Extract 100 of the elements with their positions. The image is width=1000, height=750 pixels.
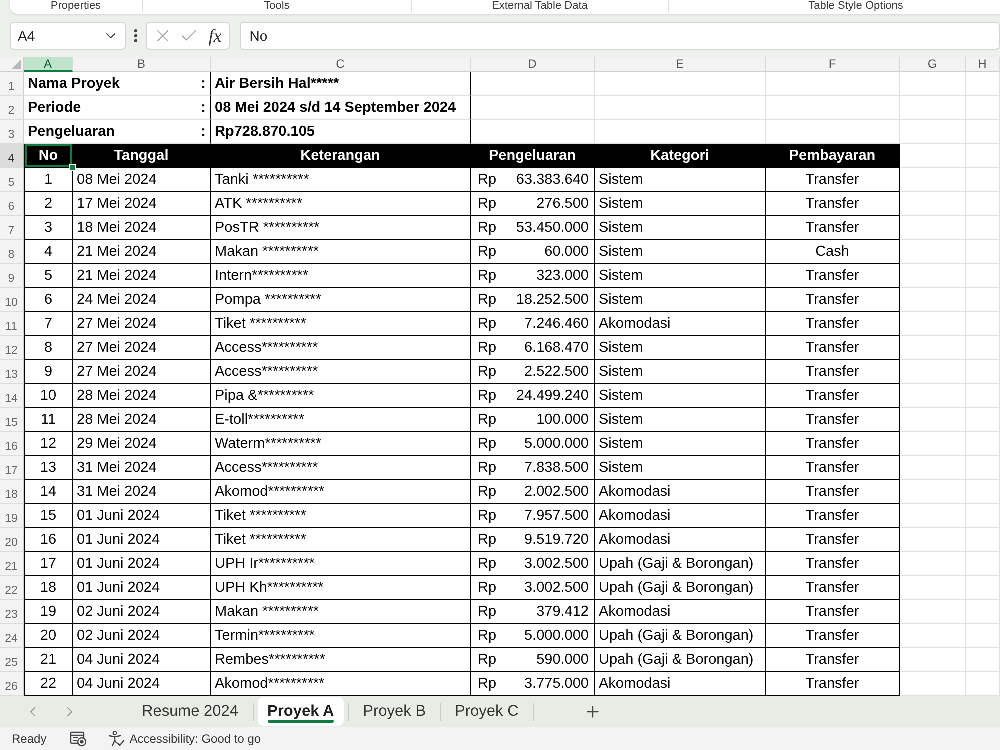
table-cell: 14 — [24, 480, 73, 504]
row-header[interactable]: 23 — [0, 600, 24, 624]
row-header[interactable]: 3 — [0, 120, 24, 144]
insert-function-button[interactable]: fx — [206, 26, 225, 46]
column-header[interactable]: C — [211, 57, 471, 72]
accessibility-icon[interactable] — [108, 730, 125, 746]
table-cell: 18 Mei 2024 — [73, 216, 211, 240]
row-header[interactable]: 12 — [0, 336, 24, 360]
column-header[interactable]: A — [24, 57, 73, 72]
table-cell: 04 Juni 2024 — [73, 672, 211, 696]
row-header[interactable]: 7 — [0, 216, 24, 240]
table-cell: Sistem — [595, 336, 766, 360]
row-header[interactable]: 24 — [0, 624, 24, 648]
row-header[interactable]: 20 — [0, 528, 24, 552]
row-header[interactable]: 14 — [0, 384, 24, 408]
sheet-tab[interactable]: Proyek C — [445, 697, 529, 726]
table-cell: 13 — [24, 456, 73, 480]
triangle-icon — [12, 60, 21, 69]
row-header[interactable]: 9 — [0, 264, 24, 288]
row-header[interactable]: 6 — [0, 192, 24, 216]
table-cell: 27 Mei 2024 — [73, 336, 211, 360]
table-cell: 21 Mei 2024 — [73, 264, 211, 288]
table-cell: Sistem — [595, 384, 766, 408]
row-header[interactable]: 2 — [0, 96, 24, 120]
table-cell: Rp 7.957.500 — [471, 504, 595, 528]
row-header[interactable]: 18 — [0, 480, 24, 504]
table-cell: Upah (Gaji & Borongan) — [595, 552, 766, 576]
table-cell: 21 — [24, 648, 73, 672]
table-cell: Transfer — [766, 456, 900, 480]
more-icon[interactable] — [134, 29, 138, 43]
table-cell: Rp 18.252.500 — [471, 288, 595, 312]
row-header[interactable]: 17 — [0, 456, 24, 480]
column-header[interactable]: H — [966, 57, 1000, 72]
table-cell: 21 Mei 2024 — [73, 240, 211, 264]
table-cell: Transfer — [766, 336, 900, 360]
table-cell: 6 — [24, 288, 73, 312]
sheet-tab[interactable]: Proyek A — [258, 697, 344, 726]
table-cell: ATK ********** — [211, 192, 471, 216]
row-header[interactable]: 1 — [0, 72, 24, 96]
row-header[interactable]: 21 — [0, 552, 24, 576]
table-cell: Transfer — [766, 600, 900, 624]
table-cell: Transfer — [766, 648, 900, 672]
formula-field[interactable]: No — [240, 22, 1000, 50]
row-header[interactable]: 13 — [0, 360, 24, 384]
sheet-tab[interactable]: Resume 2024 — [132, 697, 249, 726]
table-cell: Transfer — [766, 528, 900, 552]
sheet-tab[interactable]: Proyek B — [353, 697, 436, 726]
column-header[interactable]: B — [73, 57, 211, 72]
table-cell: 08 Mei 2024 — [73, 168, 211, 192]
table-cell: Sistem — [595, 360, 766, 384]
table-cell: Transfer — [766, 216, 900, 240]
fill-handle-icon[interactable] — [69, 164, 76, 171]
field-value: Air Bersih Hal***** — [211, 72, 471, 96]
column-header[interactable]: E — [595, 57, 766, 72]
table-cell: Upah (Gaji & Borongan) — [595, 648, 766, 672]
row-header[interactable]: 16 — [0, 432, 24, 456]
row-header[interactable]: 5 — [0, 168, 24, 192]
table-cell: 01 Juni 2024 — [73, 576, 211, 600]
table-cell: 17 — [24, 552, 73, 576]
table-cell: 15 — [24, 504, 73, 528]
table-cell: Sistem — [595, 192, 766, 216]
table-cell: 4 — [24, 240, 73, 264]
table-cell: 20 — [24, 624, 73, 648]
row-header[interactable]: 15 — [0, 408, 24, 432]
row-header[interactable]: 22 — [0, 576, 24, 600]
row-header[interactable]: 11 — [0, 312, 24, 336]
table-cell: Rp 3.002.500 — [471, 576, 595, 600]
separator-colon: : — [201, 76, 206, 92]
table-cell: Waterm********** — [211, 432, 471, 456]
table-cell: Rembes********** — [211, 648, 471, 672]
table-cell: 22 — [24, 672, 73, 696]
field-label: Nama Proyek — [28, 76, 120, 92]
column-header[interactable]: D — [471, 57, 595, 72]
table-cell: 3 — [24, 216, 73, 240]
table-cell: 28 Mei 2024 — [73, 384, 211, 408]
table-header-cell: Pembayaran — [766, 144, 900, 168]
row-header[interactable]: 4 — [0, 144, 24, 168]
table-cell: Akomodasi — [595, 480, 766, 504]
table-cell: Tiket ********** — [211, 504, 471, 528]
row-header[interactable]: 19 — [0, 504, 24, 528]
row-header[interactable]: 8 — [0, 240, 24, 264]
table-cell: Rp 24.499.240 — [471, 384, 595, 408]
row-header[interactable]: 25 — [0, 648, 24, 672]
column-header[interactable]: F — [766, 57, 900, 72]
table-cell: UPH Kh********** — [211, 576, 471, 600]
table-cell: 12 — [24, 432, 73, 456]
table-cell: Rp 9.519.720 — [471, 528, 595, 552]
row-header[interactable]: 10 — [0, 288, 24, 312]
table-cell: Access********** — [211, 336, 471, 360]
table-cell: Sistem — [595, 456, 766, 480]
sheet-record-icon[interactable] — [70, 730, 87, 746]
table-cell: Akomod********** — [211, 672, 471, 696]
table-cell: Tiket ********** — [211, 528, 471, 552]
field-label: Pengeluaran — [28, 124, 116, 140]
name-box[interactable]: A4 — [10, 22, 126, 50]
table-cell: Rp 5.000.000 — [471, 624, 595, 648]
column-header[interactable]: G — [900, 57, 966, 72]
row-header[interactable]: 26 — [0, 672, 24, 696]
table-cell: Akomodasi — [595, 312, 766, 336]
table-cell: Transfer — [766, 264, 900, 288]
